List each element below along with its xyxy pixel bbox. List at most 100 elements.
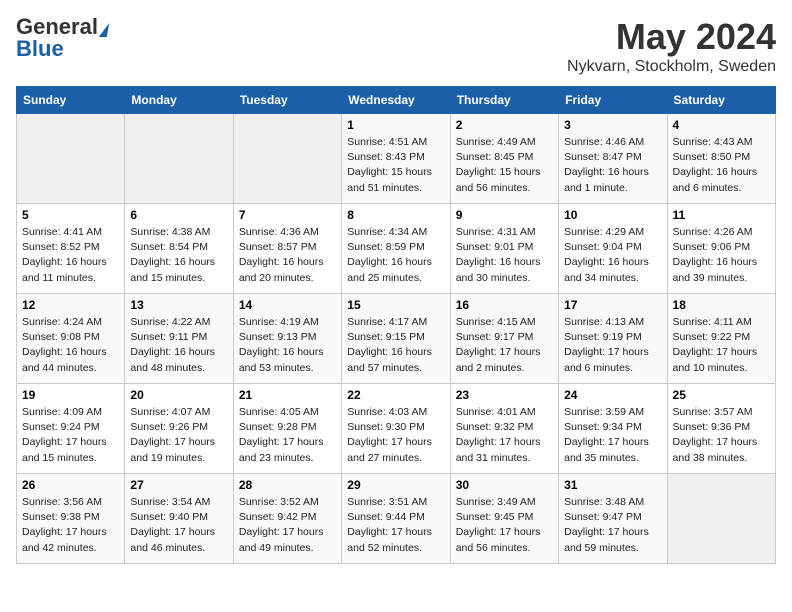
header-cell-thursday: Thursday xyxy=(450,87,558,114)
day-info: Sunrise: 4:07 AMSunset: 9:26 PMDaylight:… xyxy=(130,405,227,466)
day-cell: 28Sunrise: 3:52 AMSunset: 9:42 PMDayligh… xyxy=(233,474,341,564)
logo-blue: Blue xyxy=(16,36,64,61)
day-number: 14 xyxy=(239,298,336,312)
day-cell: 20Sunrise: 4:07 AMSunset: 9:26 PMDayligh… xyxy=(125,384,233,474)
week-row-3: 12 Sunrise: 4:24 AMSunset: 9:08 PMDayligh… xyxy=(17,294,776,384)
header-cell-sunday: Sunday xyxy=(17,87,125,114)
day-info: Sunrise: 4:29 AMSunset: 9:04 PMDaylight:… xyxy=(564,225,661,286)
day-cell: 13Sunrise: 4:22 AMSunset: 9:11 PMDayligh… xyxy=(125,294,233,384)
calendar-table: SundayMondayTuesdayWednesdayThursdayFrid… xyxy=(16,86,776,564)
day-info: Sunrise: 4:41 AMSunset: 8:52 PMDaylight:… xyxy=(22,225,119,286)
week-row-4: 19Sunrise: 4:09 AMSunset: 9:24 PMDayligh… xyxy=(17,384,776,474)
day-cell: 24Sunrise: 3:59 AMSunset: 9:34 PMDayligh… xyxy=(559,384,667,474)
day-number: 9 xyxy=(456,208,553,222)
header-cell-saturday: Saturday xyxy=(667,87,775,114)
day-number: 31 xyxy=(564,478,661,492)
day-cell: 17 Sunrise: 4:13 AMSunset: 9:19 PMDayligh… xyxy=(559,294,667,384)
logo: General Blue xyxy=(16,16,108,60)
day-cell: 23 Sunrise: 4:01 AMSunset: 9:32 PMDayligh… xyxy=(450,384,558,474)
day-number: 5 xyxy=(22,208,119,222)
day-cell: 29 Sunrise: 3:51 AMSunset: 9:44 PMDayligh… xyxy=(342,474,450,564)
day-info: Sunrise: 4:11 AMSunset: 9:22 PMDaylight:… xyxy=(673,315,770,376)
day-info: Sunrise: 4:03 AMSunset: 9:30 PMDaylight:… xyxy=(347,405,444,466)
day-info: Sunrise: 4:46 AMSunset: 8:47 PMDaylight:… xyxy=(564,135,661,196)
day-cell: 3 Sunrise: 4:46 AMSunset: 8:47 PMDaylight… xyxy=(559,114,667,204)
day-info: Sunrise: 4:34 AMSunset: 8:59 PMDaylight:… xyxy=(347,225,444,286)
day-number: 18 xyxy=(673,298,770,312)
day-cell: 2Sunrise: 4:49 AMSunset: 8:45 PMDaylight… xyxy=(450,114,558,204)
day-number: 27 xyxy=(130,478,227,492)
week-row-1: 1Sunrise: 4:51 AMSunset: 8:43 PMDaylight… xyxy=(17,114,776,204)
day-info: Sunrise: 4:31 AMSunset: 9:01 PMDaylight:… xyxy=(456,225,553,286)
day-cell: 4 Sunrise: 4:43 AMSunset: 8:50 PMDaylight… xyxy=(667,114,775,204)
day-number: 12 xyxy=(22,298,119,312)
day-number: 25 xyxy=(673,388,770,402)
day-cell: 21 Sunrise: 4:05 AMSunset: 9:28 PMDayligh… xyxy=(233,384,341,474)
day-info: Sunrise: 4:01 AMSunset: 9:32 PMDaylight:… xyxy=(456,405,553,466)
day-number: 16 xyxy=(456,298,553,312)
day-info: Sunrise: 4:26 AMSunset: 9:06 PMDaylight:… xyxy=(673,225,770,286)
title-block: May 2024 Nykvarn, Stockholm, Sweden xyxy=(567,16,776,76)
day-cell xyxy=(125,114,233,204)
day-cell: 27 Sunrise: 3:54 AMSunset: 9:40 PMDayligh… xyxy=(125,474,233,564)
day-cell: 9 Sunrise: 4:31 AMSunset: 9:01 PMDaylight… xyxy=(450,204,558,294)
day-info: Sunrise: 3:54 AMSunset: 9:40 PMDaylight:… xyxy=(130,495,227,556)
day-cell xyxy=(667,474,775,564)
day-cell: 22 Sunrise: 4:03 AMSunset: 9:30 PMDayligh… xyxy=(342,384,450,474)
day-number: 8 xyxy=(347,208,444,222)
logo-triangle-icon xyxy=(99,23,109,37)
day-cell: 14 Sunrise: 4:19 AMSunset: 9:13 PMDayligh… xyxy=(233,294,341,384)
day-info: Sunrise: 4:19 AMSunset: 9:13 PMDaylight:… xyxy=(239,315,336,376)
day-info: Sunrise: 3:57 AMSunset: 9:36 PMDaylight:… xyxy=(673,405,770,466)
day-cell: 11 Sunrise: 4:26 AMSunset: 9:06 PMDayligh… xyxy=(667,204,775,294)
day-number: 22 xyxy=(347,388,444,402)
day-number: 15 xyxy=(347,298,444,312)
day-number: 23 xyxy=(456,388,553,402)
page-header: General Blue May 2024 Nykvarn, Stockholm… xyxy=(16,16,776,76)
day-number: 30 xyxy=(456,478,553,492)
day-number: 24 xyxy=(564,388,661,402)
day-cell: 19Sunrise: 4:09 AMSunset: 9:24 PMDayligh… xyxy=(17,384,125,474)
day-number: 29 xyxy=(347,478,444,492)
day-info: Sunrise: 4:38 AMSunset: 8:54 PMDaylight:… xyxy=(130,225,227,286)
day-info: Sunrise: 3:52 AMSunset: 9:42 PMDaylight:… xyxy=(239,495,336,556)
week-row-2: 5 Sunrise: 4:41 AMSunset: 8:52 PMDaylight… xyxy=(17,204,776,294)
day-info: Sunrise: 3:49 AMSunset: 9:45 PMDaylight:… xyxy=(456,495,553,556)
day-info: Sunrise: 4:24 AMSunset: 9:08 PMDaylight:… xyxy=(22,315,119,376)
day-number: 3 xyxy=(564,118,661,132)
header-cell-wednesday: Wednesday xyxy=(342,87,450,114)
location: Nykvarn, Stockholm, Sweden xyxy=(567,58,776,76)
day-info: Sunrise: 4:15 AMSunset: 9:17 PMDaylight:… xyxy=(456,315,553,376)
day-info: Sunrise: 3:51 AMSunset: 9:44 PMDaylight:… xyxy=(347,495,444,556)
day-cell: 12 Sunrise: 4:24 AMSunset: 9:08 PMDayligh… xyxy=(17,294,125,384)
day-number: 17 xyxy=(564,298,661,312)
day-info: Sunrise: 4:05 AMSunset: 9:28 PMDaylight:… xyxy=(239,405,336,466)
day-number: 4 xyxy=(673,118,770,132)
day-cell: 5 Sunrise: 4:41 AMSunset: 8:52 PMDaylight… xyxy=(17,204,125,294)
week-row-5: 26 Sunrise: 3:56 AMSunset: 9:38 PMDayligh… xyxy=(17,474,776,564)
day-info: Sunrise: 4:09 AMSunset: 9:24 PMDaylight:… xyxy=(22,405,119,466)
day-info: Sunrise: 4:36 AMSunset: 8:57 PMDaylight:… xyxy=(239,225,336,286)
header-cell-tuesday: Tuesday xyxy=(233,87,341,114)
day-cell: 26 Sunrise: 3:56 AMSunset: 9:38 PMDayligh… xyxy=(17,474,125,564)
day-cell: 30 Sunrise: 3:49 AMSunset: 9:45 PMDayligh… xyxy=(450,474,558,564)
day-info: Sunrise: 4:43 AMSunset: 8:50 PMDaylight:… xyxy=(673,135,770,196)
day-info: Sunrise: 3:56 AMSunset: 9:38 PMDaylight:… xyxy=(22,495,119,556)
logo-text: General xyxy=(16,16,108,38)
day-cell: 31 Sunrise: 3:48 AMSunset: 9:47 PMDayligh… xyxy=(559,474,667,564)
day-info: Sunrise: 3:48 AMSunset: 9:47 PMDaylight:… xyxy=(564,495,661,556)
day-number: 2 xyxy=(456,118,553,132)
month-title: May 2024 xyxy=(567,16,776,58)
day-info: Sunrise: 4:13 AMSunset: 9:19 PMDaylight:… xyxy=(564,315,661,376)
day-number: 11 xyxy=(673,208,770,222)
header-cell-monday: Monday xyxy=(125,87,233,114)
day-number: 10 xyxy=(564,208,661,222)
day-cell: 15Sunrise: 4:17 AMSunset: 9:15 PMDayligh… xyxy=(342,294,450,384)
header-row: SundayMondayTuesdayWednesdayThursdayFrid… xyxy=(17,87,776,114)
day-cell: 25 Sunrise: 3:57 AMSunset: 9:36 PMDayligh… xyxy=(667,384,775,474)
day-cell xyxy=(17,114,125,204)
day-number: 26 xyxy=(22,478,119,492)
header-cell-friday: Friday xyxy=(559,87,667,114)
day-cell: 6Sunrise: 4:38 AMSunset: 8:54 PMDaylight… xyxy=(125,204,233,294)
day-number: 21 xyxy=(239,388,336,402)
